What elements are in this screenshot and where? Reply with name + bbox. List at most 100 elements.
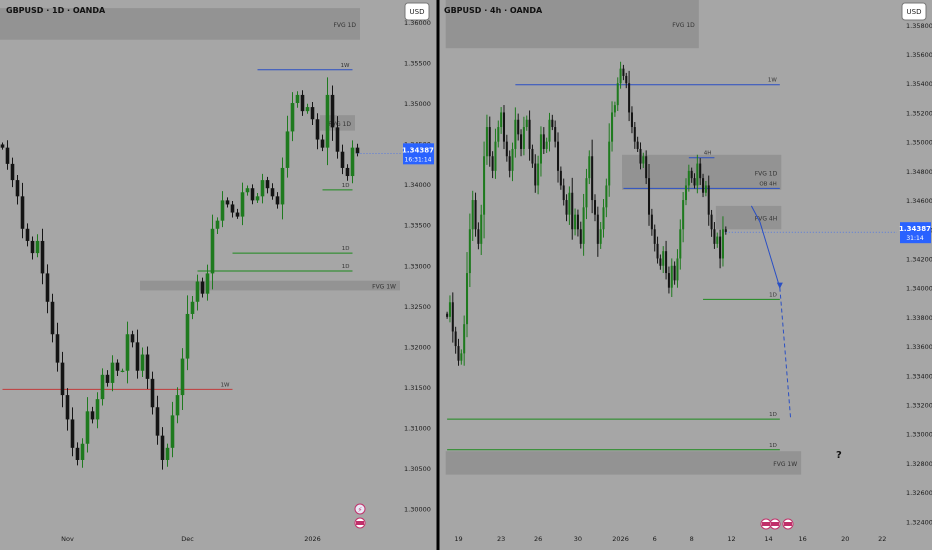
left-candle-body bbox=[280, 167, 285, 205]
right-candle-body bbox=[707, 185, 710, 215]
left-candle-body bbox=[240, 192, 245, 217]
left-y-tick-label: 1.35000 bbox=[404, 100, 431, 108]
right-candle-body bbox=[625, 75, 628, 84]
left-candle-body bbox=[335, 127, 340, 152]
left-candle-body bbox=[290, 103, 295, 132]
right-candle-body bbox=[656, 243, 659, 259]
left-y-tick-label: 1.35500 bbox=[404, 59, 431, 67]
right-candle-body bbox=[724, 229, 727, 233]
right-candle-body bbox=[684, 185, 688, 201]
right-y-tick-label: 1.35200 bbox=[906, 109, 932, 117]
left-candle-body bbox=[215, 220, 220, 229]
right-y-tick-label: 1.34000 bbox=[906, 285, 932, 293]
left-candle-body bbox=[235, 212, 240, 217]
left-candle-body bbox=[120, 370, 125, 372]
left-y-tick-label: 1.32500 bbox=[404, 303, 431, 311]
right-candle-body bbox=[605, 185, 608, 208]
left-zone-label: FVG 1W bbox=[372, 284, 396, 291]
left-candle-body bbox=[270, 188, 275, 197]
right-candle-body bbox=[599, 229, 602, 244]
left-candle-body bbox=[305, 107, 310, 112]
dual-chart-canvas[interactable]: FVG 1DFVG 1DFVG 1WFVG 1DFVG 1DFVG 4HFVG … bbox=[0, 0, 932, 550]
right-candle-body bbox=[508, 156, 511, 171]
right-candle-body bbox=[716, 236, 719, 244]
left-candle-body bbox=[230, 204, 235, 213]
left-candle-body bbox=[265, 180, 270, 189]
left-currency-label: USD bbox=[410, 8, 425, 16]
right-candle-body bbox=[633, 127, 636, 142]
right-candle-body bbox=[665, 251, 668, 274]
right-event-icons[interactable] bbox=[760, 518, 794, 530]
left-y-tick-label: 1.32000 bbox=[404, 343, 431, 351]
left-candle-body bbox=[60, 362, 65, 396]
right-candle-body bbox=[451, 302, 454, 332]
right-candle-body bbox=[494, 141, 497, 171]
left-candle-body bbox=[160, 435, 165, 460]
right-candle-body bbox=[710, 214, 713, 230]
right-candle-body bbox=[522, 127, 525, 149]
right-candle-body bbox=[548, 119, 551, 142]
right-candle-body bbox=[676, 258, 679, 281]
right-candle-body bbox=[687, 170, 690, 186]
right-candle-body bbox=[650, 214, 653, 230]
right-candle-body bbox=[585, 178, 588, 208]
right-candle-body bbox=[477, 229, 480, 244]
left-candle-body bbox=[345, 167, 350, 177]
right-x-tick-label: 12 bbox=[727, 535, 735, 543]
right-candle-body bbox=[628, 83, 631, 113]
left-candle-body bbox=[180, 358, 185, 396]
left-candle-body bbox=[275, 196, 280, 205]
right-last-price: 1.34387 bbox=[899, 225, 931, 233]
right-y-tick-label: 1.34800 bbox=[906, 168, 932, 176]
left-candle-body bbox=[310, 107, 315, 120]
right-candle-body bbox=[531, 148, 534, 164]
right-candle-body bbox=[679, 229, 682, 259]
right-candle-body bbox=[497, 127, 500, 142]
right-candle-body bbox=[591, 156, 594, 201]
right-x-tick-label: 14 bbox=[764, 535, 772, 543]
right-candle-body bbox=[545, 141, 548, 149]
left-candle-body bbox=[175, 395, 180, 416]
left-countdown: 16:31:14 bbox=[405, 156, 432, 163]
right-candle-body bbox=[582, 207, 585, 244]
right-zone bbox=[445, 451, 802, 475]
right-y-tick-label: 1.33200 bbox=[906, 401, 932, 409]
right-candle-body bbox=[514, 119, 517, 149]
right-candle-body bbox=[613, 105, 616, 113]
right-y-tick-label: 1.34200 bbox=[906, 255, 932, 263]
right-candle-body bbox=[474, 200, 477, 230]
right-candle-body bbox=[556, 141, 560, 171]
right-level-label: OB 4H bbox=[759, 181, 777, 187]
right-y-tick-label: 1.35000 bbox=[906, 139, 932, 147]
left-candle-body bbox=[80, 443, 85, 460]
right-candle-body bbox=[574, 214, 577, 230]
right-candle-body bbox=[446, 313, 449, 317]
right-candle-body bbox=[520, 134, 523, 149]
question-mark-annotation: ? bbox=[836, 450, 842, 461]
right-candle-body bbox=[534, 163, 537, 186]
left-candle-body bbox=[350, 147, 355, 177]
left-y-tick-label: 1.31000 bbox=[404, 425, 431, 433]
right-candle-body bbox=[639, 148, 642, 164]
right-candle-body bbox=[721, 229, 724, 259]
right-candle-body bbox=[551, 119, 554, 128]
right-x-tick-label: 6 bbox=[653, 535, 657, 543]
right-x-tick-label: 16 bbox=[798, 535, 806, 543]
right-candle-body bbox=[554, 127, 557, 142]
right-candle-body bbox=[463, 324, 466, 354]
left-candle-body bbox=[15, 180, 20, 197]
left-candle-body bbox=[125, 334, 130, 371]
right-candle-body bbox=[485, 127, 488, 157]
right-y-tick-label: 1.33400 bbox=[906, 372, 932, 380]
left-level-label: 1D bbox=[342, 246, 350, 252]
right-x-tick-label: 30 bbox=[574, 535, 582, 543]
right-candle-body bbox=[713, 229, 716, 244]
left-candle-body bbox=[170, 415, 175, 448]
left-candle-body bbox=[220, 200, 225, 221]
left-candle-body bbox=[85, 411, 90, 444]
left-candle-body bbox=[25, 228, 30, 241]
left-x-tick-label: Nov bbox=[61, 535, 74, 543]
right-candle-body bbox=[593, 200, 597, 215]
left-level-label: 1D bbox=[342, 183, 350, 189]
right-x-tick-label: 23 bbox=[497, 535, 505, 543]
